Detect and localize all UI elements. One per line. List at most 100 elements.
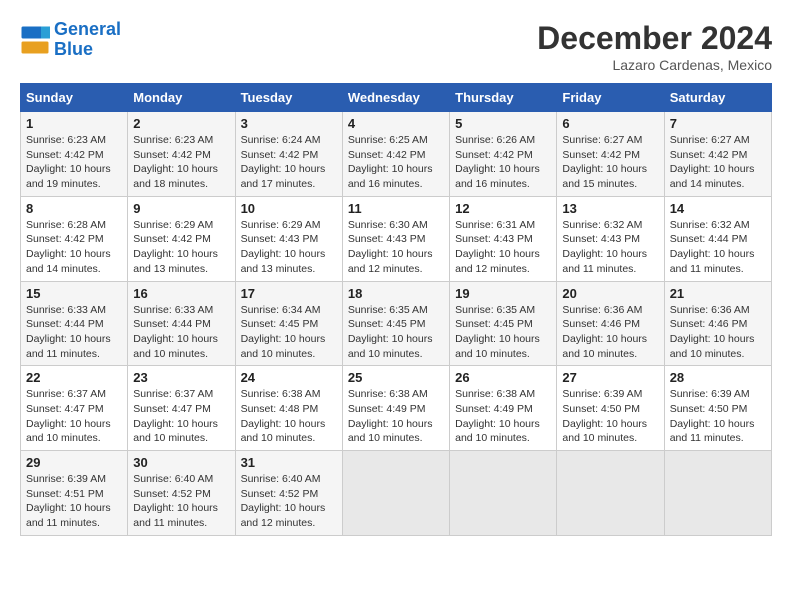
calendar-cell: 26Sunrise: 6:38 AMSunset: 4:49 PMDayligh… (450, 366, 557, 451)
day-number: 17 (241, 286, 337, 301)
calendar-cell: 5 Sunrise: 6:26 AMSunset: 4:42 PMDaylight… (450, 112, 557, 197)
day-number: 4 (348, 116, 444, 131)
week-row-4: 22 Sunrise: 6:37 AMSunset: 4:47 PMDayligh… (21, 366, 772, 451)
logo-text: General Blue (54, 20, 121, 60)
calendar-cell: 14 Sunrise: 6:32 AMSunset: 4:44 PMDayligh… (664, 196, 771, 281)
day-number: 9 (133, 201, 229, 216)
day-info: Sunrise: 6:32 AMSunset: 4:43 PMDaylight:… (562, 218, 658, 277)
day-number: 5 (455, 116, 551, 131)
day-number: 12 (455, 201, 551, 216)
day-info: Sunrise: 6:33 AMSunset: 4:44 PMDaylight:… (26, 303, 122, 362)
header-day-wednesday: Wednesday (342, 84, 449, 112)
header-day-thursday: Thursday (450, 84, 557, 112)
calendar-cell: 2 Sunrise: 6:23 AMSunset: 4:42 PMDaylight… (128, 112, 235, 197)
day-info: Sunrise: 6:31 AMSunset: 4:43 PMDaylight:… (455, 218, 551, 277)
calendar-cell: 11Sunrise: 6:30 AMSunset: 4:43 PMDayligh… (342, 196, 449, 281)
day-info: Sunrise: 6:39 AMSunset: 4:51 PMDaylight:… (26, 472, 122, 531)
day-number: 31 (241, 455, 337, 470)
logo: General Blue (20, 20, 121, 60)
title-area: December 2024 Lazaro Cardenas, Mexico (537, 20, 772, 73)
day-info: Sunrise: 6:29 AMSunset: 4:42 PMDaylight:… (133, 218, 229, 277)
day-number: 13 (562, 201, 658, 216)
day-info: Sunrise: 6:27 AMSunset: 4:42 PMDaylight:… (562, 133, 658, 192)
day-number: 11 (348, 201, 444, 216)
header-day-monday: Monday (128, 84, 235, 112)
calendar-cell: 19 Sunrise: 6:35 AMSunset: 4:45 PMDayligh… (450, 281, 557, 366)
day-info: Sunrise: 6:23 AMSunset: 4:42 PMDaylight:… (133, 133, 229, 192)
calendar-cell: 25 Sunrise: 6:38 AMSunset: 4:49 PMDayligh… (342, 366, 449, 451)
day-info: Sunrise: 6:38 AMSunset: 4:49 PMDaylight:… (348, 387, 444, 446)
day-info: Sunrise: 6:39 AMSunset: 4:50 PMDaylight:… (670, 387, 766, 446)
day-number: 21 (670, 286, 766, 301)
day-number: 30 (133, 455, 229, 470)
day-number: 14 (670, 201, 766, 216)
day-info: Sunrise: 6:36 AMSunset: 4:46 PMDaylight:… (670, 303, 766, 362)
calendar-cell: 18Sunrise: 6:35 AMSunset: 4:45 PMDayligh… (342, 281, 449, 366)
calendar-cell: 31Sunrise: 6:40 AMSunset: 4:52 PMDayligh… (235, 451, 342, 536)
calendar-cell: 21 Sunrise: 6:36 AMSunset: 4:46 PMDayligh… (664, 281, 771, 366)
calendar-cell: 1 Sunrise: 6:23 AMSunset: 4:42 PMDaylight… (21, 112, 128, 197)
calendar-table: SundayMondayTuesdayWednesdayThursdayFrid… (20, 83, 772, 536)
week-row-3: 15 Sunrise: 6:33 AMSunset: 4:44 PMDayligh… (21, 281, 772, 366)
calendar-cell: 29 Sunrise: 6:39 AMSunset: 4:51 PMDayligh… (21, 451, 128, 536)
week-row-2: 8 Sunrise: 6:28 AMSunset: 4:42 PMDaylight… (21, 196, 772, 281)
calendar-cell (557, 451, 664, 536)
day-number: 22 (26, 370, 122, 385)
day-info: Sunrise: 6:37 AMSunset: 4:47 PMDaylight:… (26, 387, 122, 446)
calendar-cell (664, 451, 771, 536)
day-info: Sunrise: 6:34 AMSunset: 4:45 PMDaylight:… (241, 303, 337, 362)
logo-general: General (54, 19, 121, 39)
day-info: Sunrise: 6:35 AMSunset: 4:45 PMDaylight:… (455, 303, 551, 362)
day-number: 19 (455, 286, 551, 301)
day-info: Sunrise: 6:33 AMSunset: 4:44 PMDaylight:… (133, 303, 229, 362)
day-number: 20 (562, 286, 658, 301)
calendar-cell: 12 Sunrise: 6:31 AMSunset: 4:43 PMDayligh… (450, 196, 557, 281)
calendar-cell: 22 Sunrise: 6:37 AMSunset: 4:47 PMDayligh… (21, 366, 128, 451)
calendar-cell: 24 Sunrise: 6:38 AMSunset: 4:48 PMDayligh… (235, 366, 342, 451)
calendar-cell: 30 Sunrise: 6:40 AMSunset: 4:52 PMDayligh… (128, 451, 235, 536)
day-info: Sunrise: 6:25 AMSunset: 4:42 PMDaylight:… (348, 133, 444, 192)
location: Lazaro Cardenas, Mexico (537, 57, 772, 73)
calendar-cell: 8 Sunrise: 6:28 AMSunset: 4:42 PMDaylight… (21, 196, 128, 281)
day-number: 23 (133, 370, 229, 385)
calendar-cell: 17 Sunrise: 6:34 AMSunset: 4:45 PMDayligh… (235, 281, 342, 366)
day-info: Sunrise: 6:23 AMSunset: 4:42 PMDaylight:… (26, 133, 122, 192)
calendar-cell: 13 Sunrise: 6:32 AMSunset: 4:43 PMDayligh… (557, 196, 664, 281)
calendar-cell: 16 Sunrise: 6:33 AMSunset: 4:44 PMDayligh… (128, 281, 235, 366)
day-number: 25 (348, 370, 444, 385)
day-info: Sunrise: 6:38 AMSunset: 4:48 PMDaylight:… (241, 387, 337, 446)
calendar-cell: 28 Sunrise: 6:39 AMSunset: 4:50 PMDayligh… (664, 366, 771, 451)
day-number: 28 (670, 370, 766, 385)
day-number: 7 (670, 116, 766, 131)
calendar-cell: 7 Sunrise: 6:27 AMSunset: 4:42 PMDaylight… (664, 112, 771, 197)
day-info: Sunrise: 6:27 AMSunset: 4:42 PMDaylight:… (670, 133, 766, 192)
calendar-header: SundayMondayTuesdayWednesdayThursdayFrid… (21, 84, 772, 112)
day-info: Sunrise: 6:26 AMSunset: 4:42 PMDaylight:… (455, 133, 551, 192)
day-number: 10 (241, 201, 337, 216)
day-number: 16 (133, 286, 229, 301)
day-info: Sunrise: 6:32 AMSunset: 4:44 PMDaylight:… (670, 218, 766, 277)
day-info: Sunrise: 6:28 AMSunset: 4:42 PMDaylight:… (26, 218, 122, 277)
day-number: 24 (241, 370, 337, 385)
calendar-cell: 23 Sunrise: 6:37 AMSunset: 4:47 PMDayligh… (128, 366, 235, 451)
day-info: Sunrise: 6:39 AMSunset: 4:50 PMDaylight:… (562, 387, 658, 446)
day-info: Sunrise: 6:29 AMSunset: 4:43 PMDaylight:… (241, 218, 337, 277)
day-info: Sunrise: 6:40 AMSunset: 4:52 PMDaylight:… (133, 472, 229, 531)
day-number: 8 (26, 201, 122, 216)
calendar-cell: 10 Sunrise: 6:29 AMSunset: 4:43 PMDayligh… (235, 196, 342, 281)
day-number: 15 (26, 286, 122, 301)
header-day-sunday: Sunday (21, 84, 128, 112)
day-info: Sunrise: 6:38 AMSunset: 4:49 PMDaylight:… (455, 387, 551, 446)
header-day-friday: Friday (557, 84, 664, 112)
day-info: Sunrise: 6:37 AMSunset: 4:47 PMDaylight:… (133, 387, 229, 446)
calendar-cell: 6 Sunrise: 6:27 AMSunset: 4:42 PMDaylight… (557, 112, 664, 197)
day-number: 1 (26, 116, 122, 131)
day-number: 2 (133, 116, 229, 131)
week-row-1: 1 Sunrise: 6:23 AMSunset: 4:42 PMDaylight… (21, 112, 772, 197)
calendar-body: 1 Sunrise: 6:23 AMSunset: 4:42 PMDaylight… (21, 112, 772, 536)
day-number: 29 (26, 455, 122, 470)
day-number: 6 (562, 116, 658, 131)
day-number: 18 (348, 286, 444, 301)
month-title: December 2024 (537, 20, 772, 57)
page-header: General Blue December 2024 Lazaro Carden… (20, 20, 772, 73)
